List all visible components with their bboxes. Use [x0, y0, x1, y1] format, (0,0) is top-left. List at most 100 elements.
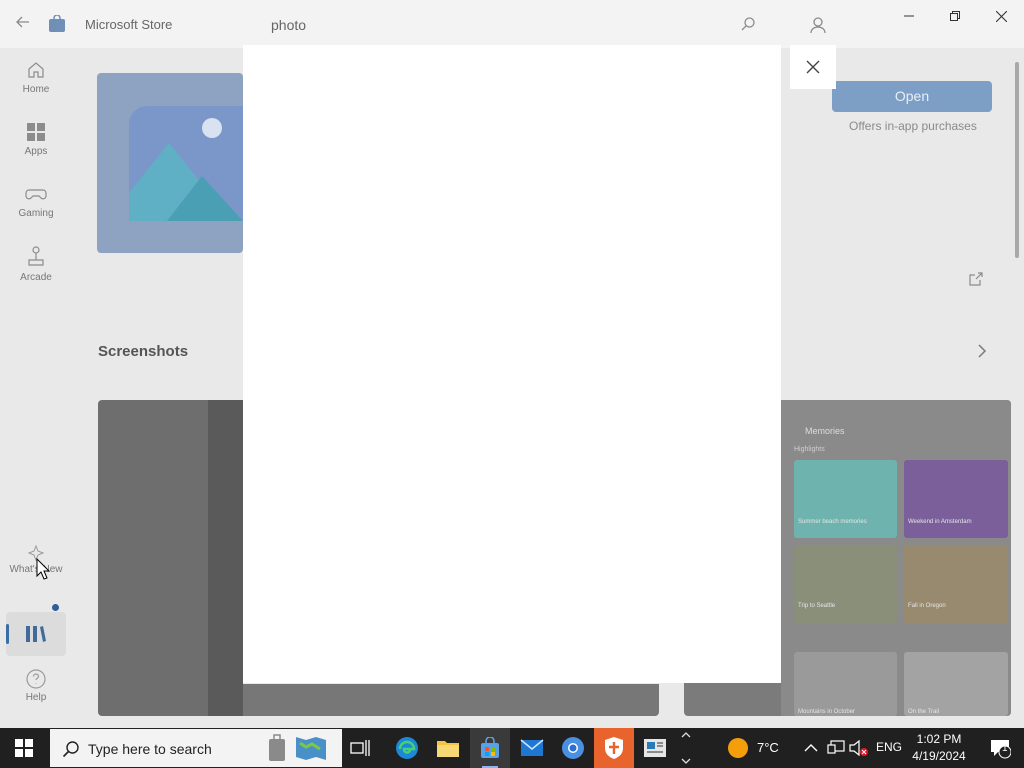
windows-logo-icon: [15, 739, 33, 757]
taskbar-search-box[interactable]: Type here to search: [50, 729, 342, 767]
language-indicator[interactable]: ENG: [876, 740, 902, 754]
memory-caption: On the Trail: [908, 709, 940, 715]
nav-arcade-label: Arcade: [20, 272, 52, 283]
restore-icon: [950, 11, 960, 21]
edge-icon: [396, 737, 418, 759]
photos-app-logo: [129, 106, 243, 221]
nav-item-help[interactable]: Help: [0, 668, 72, 726]
taskbar-brave[interactable]: [594, 728, 634, 768]
memory-caption: Mountains in October: [798, 709, 856, 715]
memory-caption: Weekend in Amsterdam: [908, 519, 972, 525]
task-view-button[interactable]: [340, 728, 380, 768]
mouse-cursor-icon: [36, 558, 50, 580]
close-icon: [995, 10, 1007, 22]
folder-icon: [437, 741, 459, 757]
memory-caption: Trip to Seattle: [798, 603, 836, 609]
scrollbar-thumb[interactable]: [1015, 62, 1019, 258]
app-title: Microsoft Store: [85, 17, 173, 32]
close-icon: [806, 60, 820, 74]
product-hero-image: [97, 73, 243, 253]
minimize-icon: [904, 15, 914, 17]
nav-gaming-label: Gaming: [18, 208, 54, 219]
nav-item-gaming[interactable]: Gaming: [0, 184, 72, 242]
taskbar-overflow-scroll[interactable]: [679, 728, 693, 768]
mail-icon: [520, 739, 544, 756]
memory-tile: [794, 652, 897, 716]
title-bar: Microsoft Store photo: [0, 0, 1024, 48]
nav-item-arcade[interactable]: Arcade: [0, 246, 72, 304]
taskbar-mail[interactable]: [512, 728, 552, 768]
taskbar: Type here to search 7°C ENG 1:02 PM 4/19…: [0, 728, 1024, 768]
nav-apps-label: Apps: [24, 146, 48, 157]
screenshot-viewer-dialog: [243, 45, 781, 683]
close-window-button[interactable]: [978, 0, 1024, 32]
chevron-right-icon[interactable]: [975, 343, 989, 359]
memory-tile: [794, 545, 897, 623]
taskbar-microsoft-store[interactable]: [470, 728, 510, 768]
gaming-icon: [25, 189, 47, 200]
nav-help-label: Help: [25, 692, 47, 703]
volume-muted-icon[interactable]: [849, 739, 869, 757]
taskbar-news[interactable]: [635, 728, 675, 768]
memory-tile: [794, 460, 897, 538]
in-app-purchases-note: Offers in-app purchases: [849, 119, 977, 133]
help-icon: [26, 669, 46, 689]
search-icon: [62, 741, 79, 758]
back-arrow-icon: [16, 16, 29, 28]
taskbar-clock[interactable]: 1:02 PM 4/19/2024: [904, 731, 974, 765]
update-badge: [52, 604, 59, 611]
task-view-icon: [350, 740, 370, 756]
back-button[interactable]: [12, 14, 34, 36]
taskbar-chrome[interactable]: [553, 728, 593, 768]
shield-icon: [605, 737, 623, 759]
network-icon[interactable]: [827, 740, 845, 756]
left-nav: Home Apps Gaming Arcade What's New Help: [0, 48, 72, 728]
notification-count: 1: [1002, 743, 1008, 754]
search-box[interactable]: photo: [258, 8, 768, 40]
scroll-arrows-icon: [681, 732, 691, 764]
taskbar-search-placeholder: Type here to search: [88, 741, 212, 757]
clock-time: 1:02 PM: [916, 732, 962, 746]
memory-tile: [904, 652, 1008, 716]
weather-sun-icon[interactable]: [728, 738, 748, 758]
map-icon: [296, 737, 326, 760]
nav-item-library[interactable]: [6, 612, 66, 656]
chrome-icon: [562, 737, 584, 759]
taskbar-edge[interactable]: [387, 728, 427, 768]
search-input[interactable]: photo: [271, 17, 306, 33]
screenshot-1-gallery: [208, 400, 243, 716]
nav-item-home[interactable]: Home: [0, 60, 72, 118]
share-icon[interactable]: [968, 271, 984, 287]
page-scrollbar[interactable]: [1013, 48, 1021, 720]
weather-temperature[interactable]: 7°C: [757, 740, 779, 755]
start-button[interactable]: [0, 728, 48, 768]
store-icon: [49, 15, 65, 32]
library-icon: [26, 626, 46, 642]
memory-caption: Summer beach memories: [798, 519, 867, 525]
close-dialog-button[interactable]: [790, 45, 836, 89]
minimize-button[interactable]: [886, 0, 932, 32]
restore-button[interactable]: [932, 0, 978, 32]
user-icon[interactable]: [806, 13, 830, 37]
memories-title: Memories: [805, 426, 845, 436]
screenshot-1-thumbnails: [243, 684, 659, 716]
nav-item-apps[interactable]: Apps: [0, 122, 72, 180]
search-icon[interactable]: [740, 16, 756, 32]
store-icon: [481, 737, 499, 758]
open-button[interactable]: Open: [832, 81, 992, 112]
screenshot-1[interactable]: [98, 400, 243, 716]
highlights-label: Highlights: [794, 446, 825, 453]
chevron-up-icon[interactable]: [804, 742, 818, 754]
selection-indicator: [6, 624, 9, 644]
nav-home-label: Home: [22, 84, 50, 95]
news-icon: [644, 739, 666, 757]
taskbar-file-explorer[interactable]: [428, 728, 468, 768]
notification-center-button[interactable]: 1: [980, 728, 1020, 768]
luggage-icon: [269, 734, 285, 761]
apps-icon: [27, 123, 45, 141]
memory-tile: [904, 545, 1008, 623]
screenshots-heading: Screenshots: [98, 343, 189, 360]
arcade-icon: [28, 246, 44, 266]
home-icon: [28, 62, 44, 78]
clock-date: 4/19/2024: [912, 749, 966, 763]
